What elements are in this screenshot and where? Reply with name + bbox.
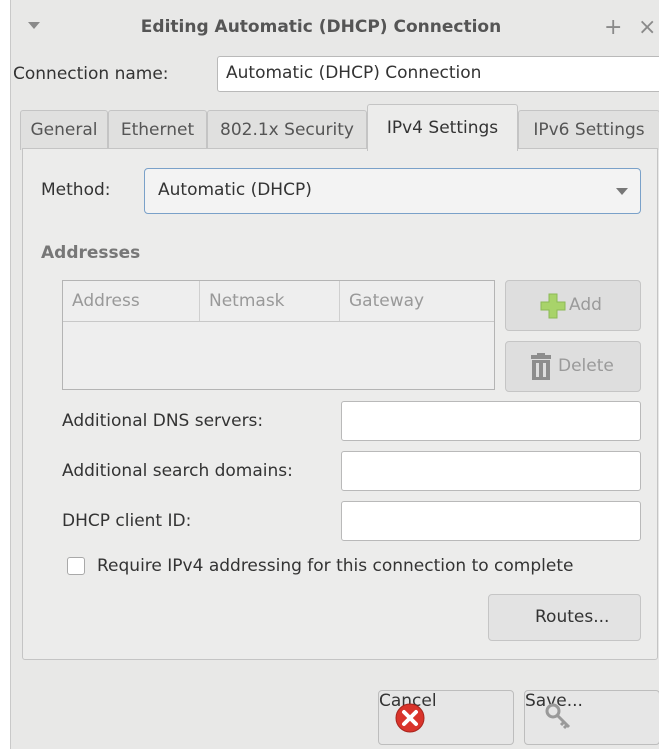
dhcp-client-id-input[interactable]: [341, 501, 641, 541]
routes-button[interactable]: Routes...: [488, 594, 641, 641]
keys-icon: [545, 703, 571, 730]
tab-ipv6-settings[interactable]: IPv6 Settings: [518, 110, 659, 150]
addresses-table[interactable]: Address Netmask Gateway: [62, 280, 495, 390]
require-ipv4-label: Require IPv4 addressing for this connect…: [97, 556, 574, 576]
method-dropdown[interactable]: Automatic (DHCP): [144, 168, 641, 214]
delete-address-button[interactable]: Delete: [505, 341, 641, 392]
window-title: Editing Automatic (DHCP) Connection: [140, 17, 502, 37]
tab-general[interactable]: General: [20, 110, 108, 150]
maximize-icon[interactable]: +: [604, 14, 622, 42]
column-gateway[interactable]: Gateway: [340, 281, 494, 321]
tab-bar: General Ethernet 802.1x Security IPv4 Se…: [11, 104, 659, 151]
dns-servers-input[interactable]: [341, 401, 641, 441]
tab-802-1x-security[interactable]: 802.1x Security: [207, 110, 367, 150]
title-bar: Editing Automatic (DHCP) Connection + ×: [11, 0, 659, 58]
trash-icon: [531, 353, 551, 380]
routes-button-label: Routes...: [535, 607, 610, 627]
chevron-down-icon: [616, 188, 628, 195]
edit-connection-dialog: Editing Automatic (DHCP) Connection + × …: [10, 0, 659, 749]
tab-ethernet[interactable]: Ethernet: [108, 110, 207, 150]
cancel-icon: [395, 703, 425, 733]
connection-name-row: Connection name: Automatic (DHCP) Connec…: [11, 56, 659, 92]
connection-name-label: Connection name:: [13, 64, 169, 84]
tab-ipv4-settings[interactable]: IPv4 Settings: [367, 104, 518, 151]
search-domains-input[interactable]: [341, 451, 641, 491]
connection-name-value: Automatic (DHCP) Connection: [226, 63, 482, 83]
method-label: Method:: [41, 180, 111, 200]
addresses-heading: Addresses: [41, 243, 141, 263]
add-address-button[interactable]: Add: [505, 280, 641, 331]
cancel-button[interactable]: Cancel: [378, 690, 514, 745]
addresses-table-header: Address Netmask Gateway: [63, 281, 494, 322]
add-icon: [540, 293, 566, 319]
delete-button-label: Delete: [558, 356, 614, 376]
search-domains-label: Additional search domains:: [62, 461, 293, 481]
close-icon[interactable]: ×: [638, 14, 656, 42]
require-ipv4-checkbox[interactable]: [67, 557, 85, 575]
save-button[interactable]: Save...: [524, 690, 659, 745]
dns-servers-label: Additional DNS servers:: [62, 411, 264, 431]
column-netmask[interactable]: Netmask: [200, 281, 340, 321]
dhcp-client-id-label: DHCP client ID:: [62, 511, 192, 531]
connection-name-input[interactable]: Automatic (DHCP) Connection: [217, 56, 659, 92]
add-button-label: Add: [569, 295, 602, 315]
column-address[interactable]: Address: [63, 281, 200, 321]
method-value: Automatic (DHCP): [158, 180, 312, 200]
